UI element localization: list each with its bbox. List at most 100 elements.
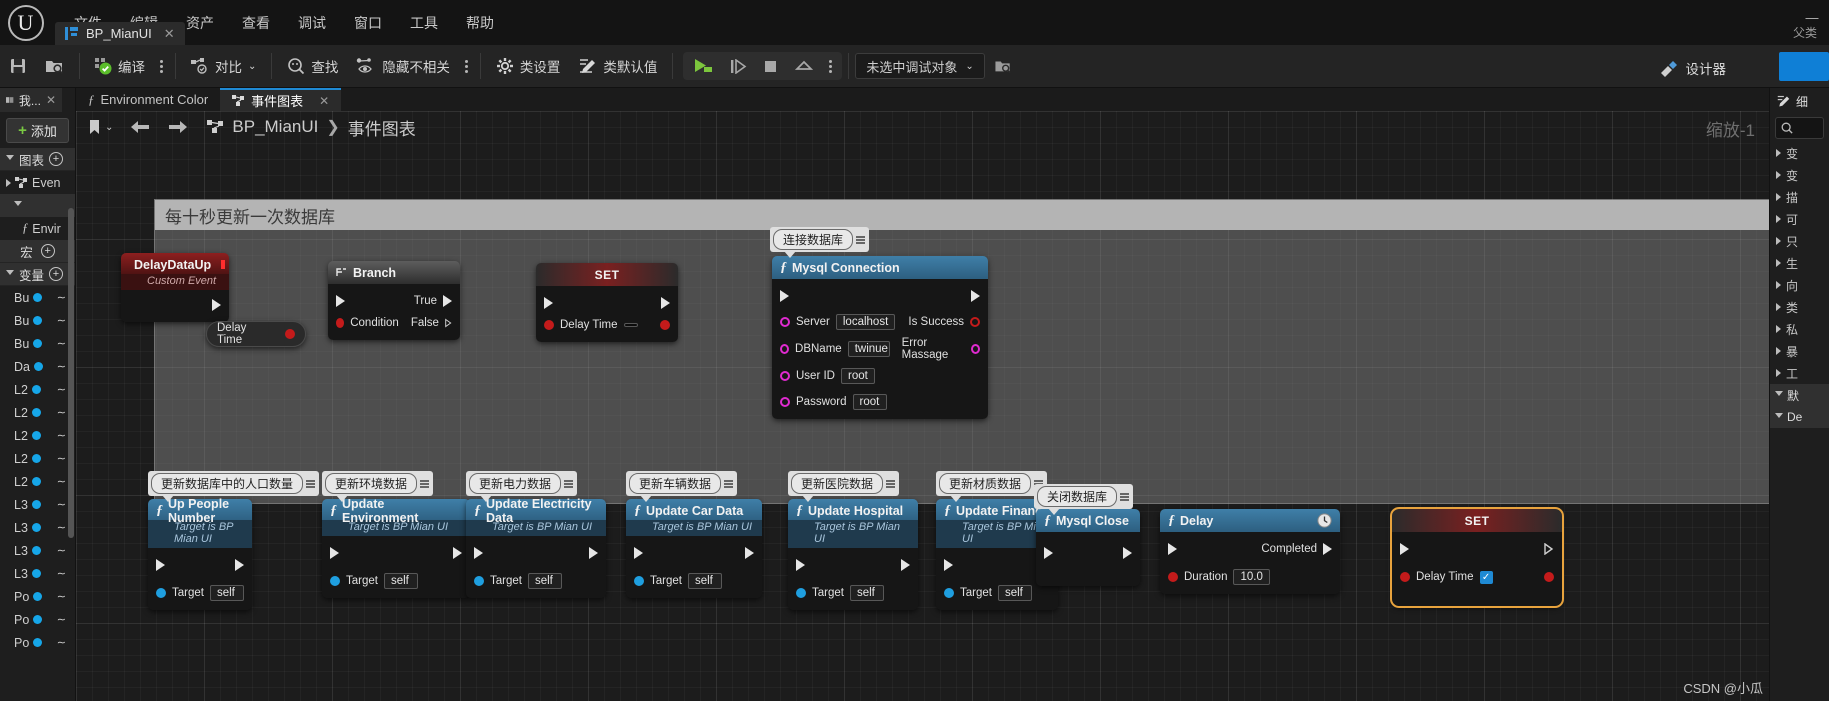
- node-custom-event[interactable]: DelayDataUp Custom Event: [121, 253, 229, 322]
- class-settings-button[interactable]: 类设置: [487, 51, 570, 81]
- dbname-input-pin-icon[interactable]: [780, 344, 790, 354]
- exec-in-pin-icon[interactable]: [330, 547, 339, 559]
- play-options-button[interactable]: [821, 56, 840, 77]
- exec-in-pin-icon[interactable]: [780, 290, 789, 302]
- tab-environment-color[interactable]: ƒ Environment Color: [76, 88, 220, 111]
- section-functions[interactable]: [0, 194, 75, 217]
- exec-in-pin-icon[interactable]: [1168, 543, 1177, 555]
- sidebar-item-variable[interactable]: Da ∼: [0, 355, 75, 378]
- bool-output-pin-icon[interactable]: [1544, 572, 1554, 582]
- server-input-pin-icon[interactable]: [780, 317, 790, 327]
- my-blueprint-tab[interactable]: 我... ✕: [0, 88, 62, 112]
- pin-row-delay-time[interactable]: Delay Time: [536, 314, 678, 336]
- sidebar-item-variable[interactable]: L3 ∼: [0, 516, 75, 539]
- menu-debug[interactable]: 调试: [284, 9, 340, 37]
- pin-row-condition-false[interactable]: Condition False: [328, 312, 460, 334]
- pin-row-userid[interactable]: User ID root: [772, 365, 988, 387]
- node-mysql-close[interactable]: ƒ Mysql Close: [1036, 509, 1140, 586]
- exec-false-pin-icon[interactable]: [445, 317, 452, 329]
- details-row[interactable]: 变: [1770, 142, 1829, 164]
- pin-exec-out[interactable]: [121, 294, 229, 316]
- sidebar-item-variable[interactable]: L2 ∼: [0, 378, 75, 401]
- node-comment-5[interactable]: 更新材质数据: [936, 471, 1048, 502]
- exec-in-pin-icon[interactable]: [1044, 547, 1053, 559]
- eye-closed-icon[interactable]: ∼: [57, 567, 66, 580]
- details-row[interactable]: 生: [1770, 252, 1829, 274]
- sidebar-item-variable[interactable]: Bu ∼: [0, 332, 75, 355]
- server-value-field[interactable]: localhost: [835, 314, 896, 330]
- exec-out-pin-icon[interactable]: [661, 297, 670, 309]
- hide-unrelated-button[interactable]: 隐藏不相关: [347, 51, 459, 81]
- pin-row-exec-completed[interactable]: Completed: [1160, 538, 1340, 560]
- pin-row-exec[interactable]: [1392, 538, 1562, 560]
- section-graphs[interactable]: 图表 +: [0, 148, 75, 171]
- pin-row-exec[interactable]: [1036, 542, 1140, 564]
- password-value-field[interactable]: root: [852, 394, 887, 410]
- exec-in-pin-icon[interactable]: [634, 547, 643, 559]
- pin-row-exec[interactable]: [536, 292, 678, 314]
- add-button[interactable]: + 添加: [6, 118, 69, 143]
- pin-comment-icon[interactable]: [885, 479, 896, 488]
- details-row[interactable]: 向: [1770, 274, 1829, 296]
- node-up-people-number[interactable]: ƒ Up People Number Target is BP Mian UI Tar…: [148, 497, 252, 610]
- node-set-delay-time[interactable]: SET Delay Time: [536, 263, 678, 342]
- eject-button[interactable]: [787, 55, 821, 78]
- stop-button[interactable]: [755, 55, 787, 78]
- exec-in-pin-icon[interactable]: [156, 559, 165, 571]
- node-comment-mysql-connection[interactable]: 连接数据库: [770, 227, 870, 258]
- target-input-pin-icon[interactable]: [474, 576, 484, 586]
- eye-closed-icon[interactable]: ∼: [57, 636, 66, 649]
- eye-closed-icon[interactable]: ∼: [57, 337, 66, 350]
- userid-input-pin-icon[interactable]: [780, 371, 790, 381]
- details-row[interactable]: 描: [1770, 186, 1829, 208]
- exec-out-pin-icon[interactable]: [589, 547, 598, 559]
- sidebar-item-variable[interactable]: L3 ∼: [0, 493, 75, 516]
- sidebar-item-variable[interactable]: L2 ∼: [0, 447, 75, 470]
- node-comment-3[interactable]: 更新车辆数据: [626, 471, 738, 502]
- node-comment-0[interactable]: 更新数据库中的人口数量: [148, 471, 320, 502]
- pin-row-exec[interactable]: [466, 542, 606, 564]
- dbname-value-field[interactable]: twinue: [847, 341, 890, 357]
- eye-closed-icon[interactable]: ∼: [57, 590, 66, 603]
- sidebar-item-variable[interactable]: L3 ∼: [0, 539, 75, 562]
- asset-tab-bp-mianui[interactable]: BP_MianUI ✕: [55, 22, 185, 45]
- eye-closed-icon[interactable]: ∼: [57, 406, 66, 419]
- condition-pin-icon[interactable]: [336, 318, 345, 328]
- pin-comment-icon[interactable]: [563, 479, 574, 488]
- node-comment-2[interactable]: 更新电力数据: [466, 471, 578, 502]
- target-value-field[interactable]: self: [209, 585, 244, 601]
- node-comment-4[interactable]: 更新医院数据: [788, 471, 900, 502]
- tab-event-graph[interactable]: 事件图表 ✕: [220, 88, 342, 111]
- userid-value-field[interactable]: root: [840, 368, 875, 384]
- sidebar-item-event-graph[interactable]: Even: [0, 171, 75, 194]
- panel-scrollbar[interactable]: [68, 208, 74, 538]
- forward-button[interactable]: [161, 116, 195, 138]
- pin-row-exec-true[interactable]: True: [328, 290, 460, 312]
- pin-row-exec[interactable]: [626, 542, 762, 564]
- pin-row-delay-time[interactable]: Delay Time ✓: [1392, 566, 1562, 588]
- error-massage-output-pin-icon[interactable]: [970, 344, 980, 354]
- target-value-field[interactable]: self: [527, 573, 562, 589]
- section-variables[interactable]: 变量 +: [0, 263, 75, 286]
- breadcrumb-root[interactable]: BP_MianUI: [232, 117, 318, 137]
- compile-button[interactable]: 编译: [86, 51, 154, 81]
- pin-row-target[interactable]: Target self: [626, 570, 762, 592]
- debug-browse-button[interactable]: [985, 53, 1021, 79]
- pin-row-exec[interactable]: [772, 285, 988, 307]
- eye-closed-icon[interactable]: ∼: [57, 291, 66, 304]
- target-input-pin-icon[interactable]: [330, 576, 340, 586]
- bool-input-pin-icon[interactable]: [1400, 572, 1410, 582]
- details-panel-tab[interactable]: 细: [1770, 88, 1829, 114]
- exec-in-pin-icon[interactable]: [944, 559, 953, 571]
- details-row[interactable]: 私: [1770, 318, 1829, 340]
- sidebar-item-variable[interactable]: Po ∼: [0, 631, 75, 654]
- pin-row-target[interactable]: Target self: [148, 582, 252, 604]
- debug-object-select[interactable]: 未选中调试对象 ⌄: [855, 53, 985, 79]
- eye-closed-icon[interactable]: ∼: [57, 383, 66, 396]
- pin-comment-icon[interactable]: [723, 479, 734, 488]
- target-input-pin-icon[interactable]: [944, 588, 954, 598]
- details-section[interactable]: 默: [1770, 384, 1829, 406]
- comment-box-header[interactable]: 每十秒更新一次数据库: [155, 200, 1769, 230]
- eye-closed-icon[interactable]: ∼: [57, 498, 66, 511]
- sidebar-item-variable[interactable]: Po ∼: [0, 585, 75, 608]
